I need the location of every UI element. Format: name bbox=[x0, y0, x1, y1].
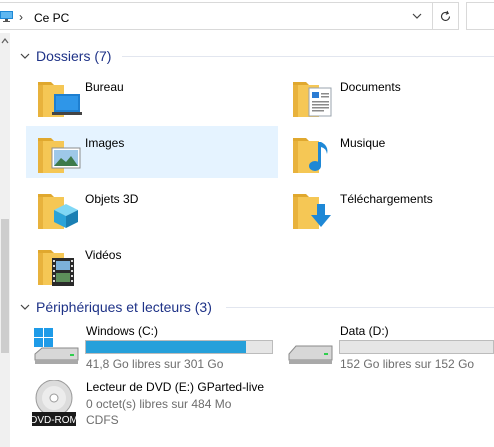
dvd-rom-label: DVD-ROM bbox=[32, 415, 78, 426]
folder-tile-bureau[interactable]: Bureau bbox=[26, 70, 278, 122]
folder-label: Musique bbox=[340, 136, 386, 150]
drive-tile-d[interactable]: Data (D:) 152 Go libres sur 152 Go bbox=[286, 324, 494, 384]
group-title-drives: Périphériques et lecteurs (3) bbox=[36, 299, 212, 315]
breadcrumb-separator[interactable]: › bbox=[19, 10, 23, 24]
folder-tile-telechargements[interactable]: Téléchargements bbox=[281, 182, 494, 234]
this-pc-icon bbox=[0, 11, 13, 22]
folder-tile-objets-3d[interactable]: Objets 3D bbox=[26, 182, 278, 234]
scroll-up-arrow-icon[interactable] bbox=[1, 37, 9, 45]
drive-filesystem: CDFS bbox=[86, 413, 119, 427]
videos-folder-icon bbox=[38, 250, 74, 286]
group-title-folders: Dossiers (7) bbox=[36, 48, 112, 64]
search-input[interactable] bbox=[466, 2, 494, 30]
refresh-icon bbox=[440, 10, 451, 22]
folder-tile-images[interactable]: Images bbox=[26, 126, 278, 178]
scrollbar-thumb[interactable] bbox=[1, 219, 9, 353]
navigation-pane-scrollbar[interactable] bbox=[0, 33, 10, 447]
folder-label: Bureau bbox=[85, 80, 124, 94]
address-bar[interactable]: › Ce PC bbox=[0, 2, 433, 30]
group-header-folders[interactable]: Dossiers (7) bbox=[20, 46, 111, 66]
hard-drive-icon bbox=[288, 345, 333, 364]
folder-tile-documents[interactable]: Documents bbox=[281, 70, 494, 122]
downloads-folder-icon bbox=[293, 194, 331, 229]
drive-name: Data (D:) bbox=[340, 324, 389, 338]
desktop-folder-icon bbox=[38, 82, 82, 117]
drive-usage-bar bbox=[85, 340, 273, 354]
chevron-down-icon[interactable] bbox=[410, 9, 424, 23]
dvd-drive-icon: DVD-ROM bbox=[32, 380, 78, 426]
windows-drive-icon bbox=[34, 328, 79, 364]
3d-objects-folder-icon bbox=[38, 194, 78, 229]
folder-label: Objets 3D bbox=[85, 192, 139, 206]
folder-label: Vidéos bbox=[85, 248, 122, 262]
folder-label: Images bbox=[85, 136, 125, 150]
drive-tile-c[interactable]: Windows (C:) 41,8 Go libres sur 301 Go bbox=[32, 324, 276, 384]
drive-name: Windows (C:) bbox=[86, 324, 159, 338]
folder-label: Téléchargements bbox=[340, 192, 433, 206]
drive-name: Lecteur de DVD (E:) GParted-live bbox=[86, 380, 265, 394]
breadcrumb-this-pc[interactable]: Ce PC bbox=[34, 11, 69, 25]
drive-usage-fill bbox=[86, 341, 247, 353]
drive-free-space: 41,8 Go libres sur 301 Go bbox=[86, 357, 224, 371]
refresh-button[interactable] bbox=[433, 2, 459, 30]
folder-tile-musique[interactable]: Musique bbox=[281, 126, 494, 178]
drive-usage-bar bbox=[339, 340, 494, 354]
drive-free-space: 0 octet(s) libres sur 484 Mo bbox=[86, 397, 232, 411]
drive-tile-e[interactable]: DVD-ROM Lecteur de DVD (E:) GParted-live… bbox=[32, 380, 332, 440]
chevron-down-icon bbox=[20, 53, 30, 59]
pictures-folder-icon bbox=[38, 138, 81, 173]
folder-tile-videos[interactable]: Vidéos bbox=[26, 238, 278, 290]
group-header-drives[interactable]: Périphériques et lecteurs (3) bbox=[20, 297, 212, 317]
music-folder-icon bbox=[293, 138, 328, 173]
drive-free-space: 152 Go libres sur 152 Go bbox=[340, 357, 475, 371]
address-row: › Ce PC bbox=[0, 0, 494, 33]
folder-label: Documents bbox=[340, 80, 401, 94]
documents-folder-icon bbox=[293, 82, 332, 117]
group-divider bbox=[226, 307, 494, 308]
group-divider bbox=[122, 56, 494, 57]
chevron-down-icon bbox=[20, 304, 30, 310]
